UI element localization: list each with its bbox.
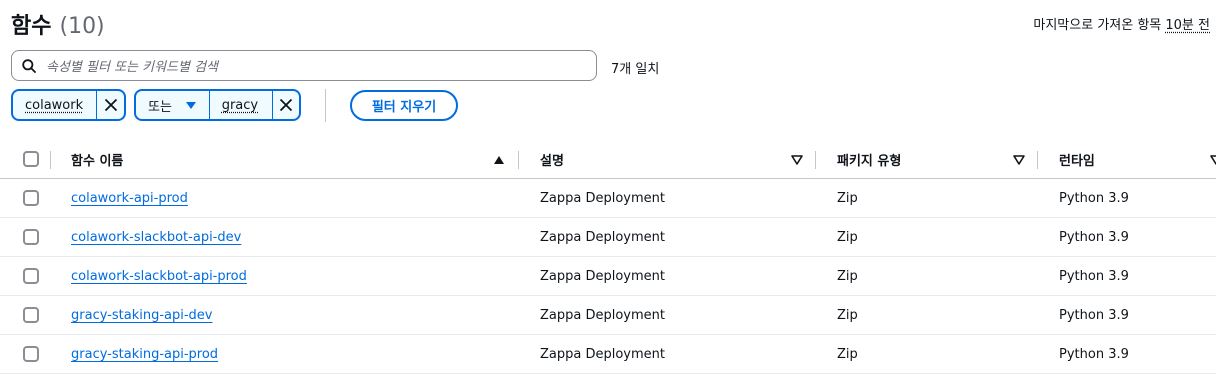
row-checkbox[interactable] <box>23 190 39 206</box>
filter-token-label[interactable]: gracy <box>210 91 272 119</box>
column-separator[interactable] <box>1037 151 1038 169</box>
functions-table: 함수 이름 설명 패키지 유형 런타임 colawork-api-prod Za… <box>0 140 1216 374</box>
function-package-type: Zip <box>837 230 858 245</box>
function-name-link[interactable]: colawork-api-prod <box>71 179 188 218</box>
table-row: gracy-staking-api-prod Zappa Deployment … <box>0 335 1216 374</box>
filter-token-label[interactable]: colawork <box>13 91 96 119</box>
column-header-runtime[interactable]: 런타임 <box>1059 140 1095 179</box>
function-runtime: Python 3.9 <box>1059 191 1129 206</box>
last-fetched-label: 마지막으로 가져온 항목 <box>1033 18 1166 33</box>
column-header-description[interactable]: 설명 <box>540 140 564 179</box>
select-all-checkbox[interactable] <box>23 151 39 167</box>
filter-token-gracy: 또는 gracy <box>134 89 301 121</box>
function-name-link[interactable]: gracy-staking-api-dev <box>71 296 213 335</box>
clear-filters-button[interactable]: 필터 지우기 <box>350 90 458 121</box>
table-row: colawork-api-prod Zappa Deployment Zip P… <box>0 179 1216 218</box>
sort-descending-icon[interactable] <box>1210 155 1216 165</box>
function-name-link[interactable]: gracy-staking-api-prod <box>71 335 218 374</box>
search-icon <box>22 58 36 73</box>
sort-descending-icon[interactable] <box>791 155 803 165</box>
function-package-type: Zip <box>837 269 858 284</box>
caret-down-icon <box>185 101 196 109</box>
table-header: 함수 이름 설명 패키지 유형 런타임 <box>0 140 1216 179</box>
search-input[interactable]: 속성별 필터 또는 키워드별 검색 <box>11 50 597 81</box>
table-row: colawork-slackbot-api-prod Zappa Deploym… <box>0 257 1216 296</box>
filter-token-colawork: colawork <box>11 89 126 121</box>
match-count: 7개 일치 <box>611 62 660 77</box>
filter-token-value: colawork <box>25 97 84 113</box>
function-runtime: Python 3.9 <box>1059 308 1129 323</box>
function-description: Zappa Deployment <box>540 269 665 284</box>
close-icon <box>279 98 292 112</box>
column-header-package-type[interactable]: 패키지 유형 <box>837 140 901 179</box>
function-count: (10) <box>59 14 105 39</box>
page-header: 함수 (10) <box>11 8 105 40</box>
function-name-link[interactable]: colawork-slackbot-api-dev <box>71 218 241 257</box>
function-package-type: Zip <box>837 347 858 362</box>
page-title: 함수 <box>11 14 52 39</box>
column-separator <box>50 151 51 169</box>
function-name-link[interactable]: colawork-slackbot-api-prod <box>71 257 247 296</box>
remove-filter-button[interactable] <box>97 91 124 119</box>
table-row: colawork-slackbot-api-dev Zappa Deployme… <box>0 218 1216 257</box>
sort-ascending-icon[interactable] <box>494 156 504 164</box>
search-placeholder: 속성별 필터 또는 키워드별 검색 <box>46 60 219 75</box>
function-description: Zappa Deployment <box>540 308 665 323</box>
last-fetched-time[interactable]: 10분 전 <box>1165 18 1210 33</box>
row-checkbox[interactable] <box>23 307 39 323</box>
function-description: Zappa Deployment <box>540 347 665 362</box>
column-separator[interactable] <box>815 151 816 169</box>
operator-select[interactable]: 또는 <box>136 91 209 119</box>
row-checkbox[interactable] <box>23 346 39 362</box>
last-fetched: 마지막으로 가져온 항목 10분 전 <box>1033 14 1210 33</box>
close-icon <box>104 98 117 112</box>
row-checkbox[interactable] <box>23 268 39 284</box>
toolbar-divider <box>325 89 326 122</box>
function-runtime: Python 3.9 <box>1059 230 1129 245</box>
function-description: Zappa Deployment <box>540 191 665 206</box>
remove-filter-button[interactable] <box>273 91 299 119</box>
row-checkbox[interactable] <box>23 229 39 245</box>
sort-descending-icon[interactable] <box>1013 155 1025 165</box>
function-runtime: Python 3.9 <box>1059 269 1129 284</box>
function-runtime: Python 3.9 <box>1059 347 1129 362</box>
column-header-name[interactable]: 함수 이름 <box>71 140 123 179</box>
filter-token-value: gracy <box>221 97 259 113</box>
table-row: gracy-staking-api-dev Zappa Deployment Z… <box>0 296 1216 335</box>
function-description: Zappa Deployment <box>540 230 665 245</box>
function-package-type: Zip <box>837 308 858 323</box>
function-package-type: Zip <box>837 191 858 206</box>
column-separator[interactable] <box>518 151 519 169</box>
operator-label: 또는 <box>148 99 172 115</box>
